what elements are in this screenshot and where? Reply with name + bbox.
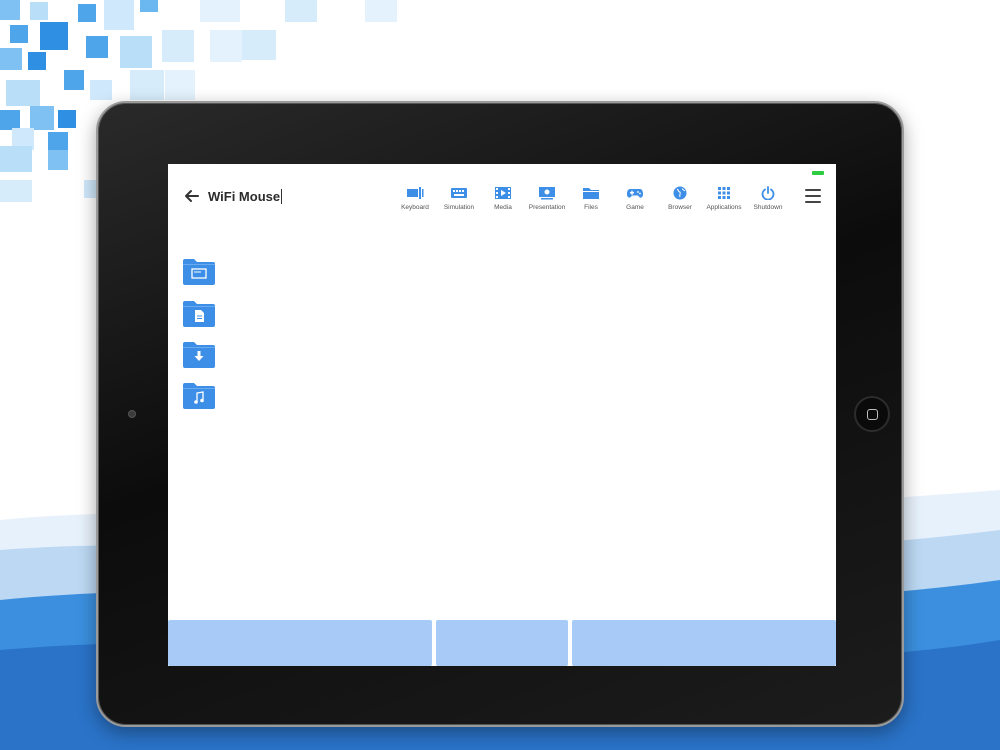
presentation-icon — [539, 187, 555, 200]
top-toolbar: WiFi Mouse Keyboard Simulation Media Pre… — [168, 164, 836, 224]
gamepad-icon — [626, 189, 644, 198]
downloads-folder-icon[interactable] — [183, 342, 215, 368]
app-screen: WiFi Mouse Keyboard Simulation Media Pre… — [168, 164, 836, 666]
toolbar-label: Game — [626, 204, 644, 211]
toolbar-keyboard-button[interactable]: Keyboard — [390, 186, 440, 211]
back-arrow-icon[interactable] — [182, 186, 202, 206]
toolbar-browser-button[interactable]: Browser — [655, 186, 705, 211]
keyboard-icon — [407, 187, 424, 199]
grid-apps-icon — [718, 187, 730, 199]
documents-folder-icon[interactable] — [183, 301, 215, 327]
toolbar-game-button[interactable]: Game — [610, 186, 660, 211]
desktop-folder-icon[interactable] — [183, 259, 215, 285]
toolbar-simulation-button[interactable]: Simulation — [434, 186, 484, 211]
toolbar-shutdown-button[interactable]: Shutdown — [743, 186, 793, 211]
simulation-keyboard-icon — [451, 188, 467, 198]
toolbar-label: Shutdown — [753, 204, 783, 211]
music-folder-icon[interactable] — [183, 383, 215, 409]
toolbar-media-button[interactable]: Media — [478, 186, 528, 211]
mouse-button-bar — [168, 620, 836, 666]
toolbar-label: Simulation — [443, 204, 475, 211]
toolbar-presentation-button[interactable]: Presentation — [522, 186, 572, 211]
toolbar-label: Applications — [706, 204, 742, 211]
middle-mouse-button[interactable] — [436, 620, 568, 666]
toolbar-label: Browser — [668, 204, 692, 211]
media-film-icon — [495, 187, 511, 199]
globe-icon — [673, 186, 687, 200]
right-mouse-button[interactable] — [572, 620, 836, 666]
toolbar-label: Presentation — [528, 204, 566, 211]
power-icon — [761, 186, 775, 200]
left-mouse-button[interactable] — [168, 620, 432, 666]
hamburger-menu-icon[interactable] — [805, 189, 821, 203]
app-title: WiFi Mouse — [208, 189, 283, 204]
folder-icon — [583, 188, 599, 199]
toolbar-label: Keyboard — [401, 204, 429, 211]
toolbar-label: Files — [584, 204, 598, 211]
camera-icon — [128, 410, 136, 418]
home-button[interactable] — [854, 396, 890, 432]
toolbar-applications-button[interactable]: Applications — [699, 186, 749, 211]
toolbar-files-button[interactable]: Files — [566, 186, 616, 211]
toolbar-label: Media — [494, 204, 512, 211]
